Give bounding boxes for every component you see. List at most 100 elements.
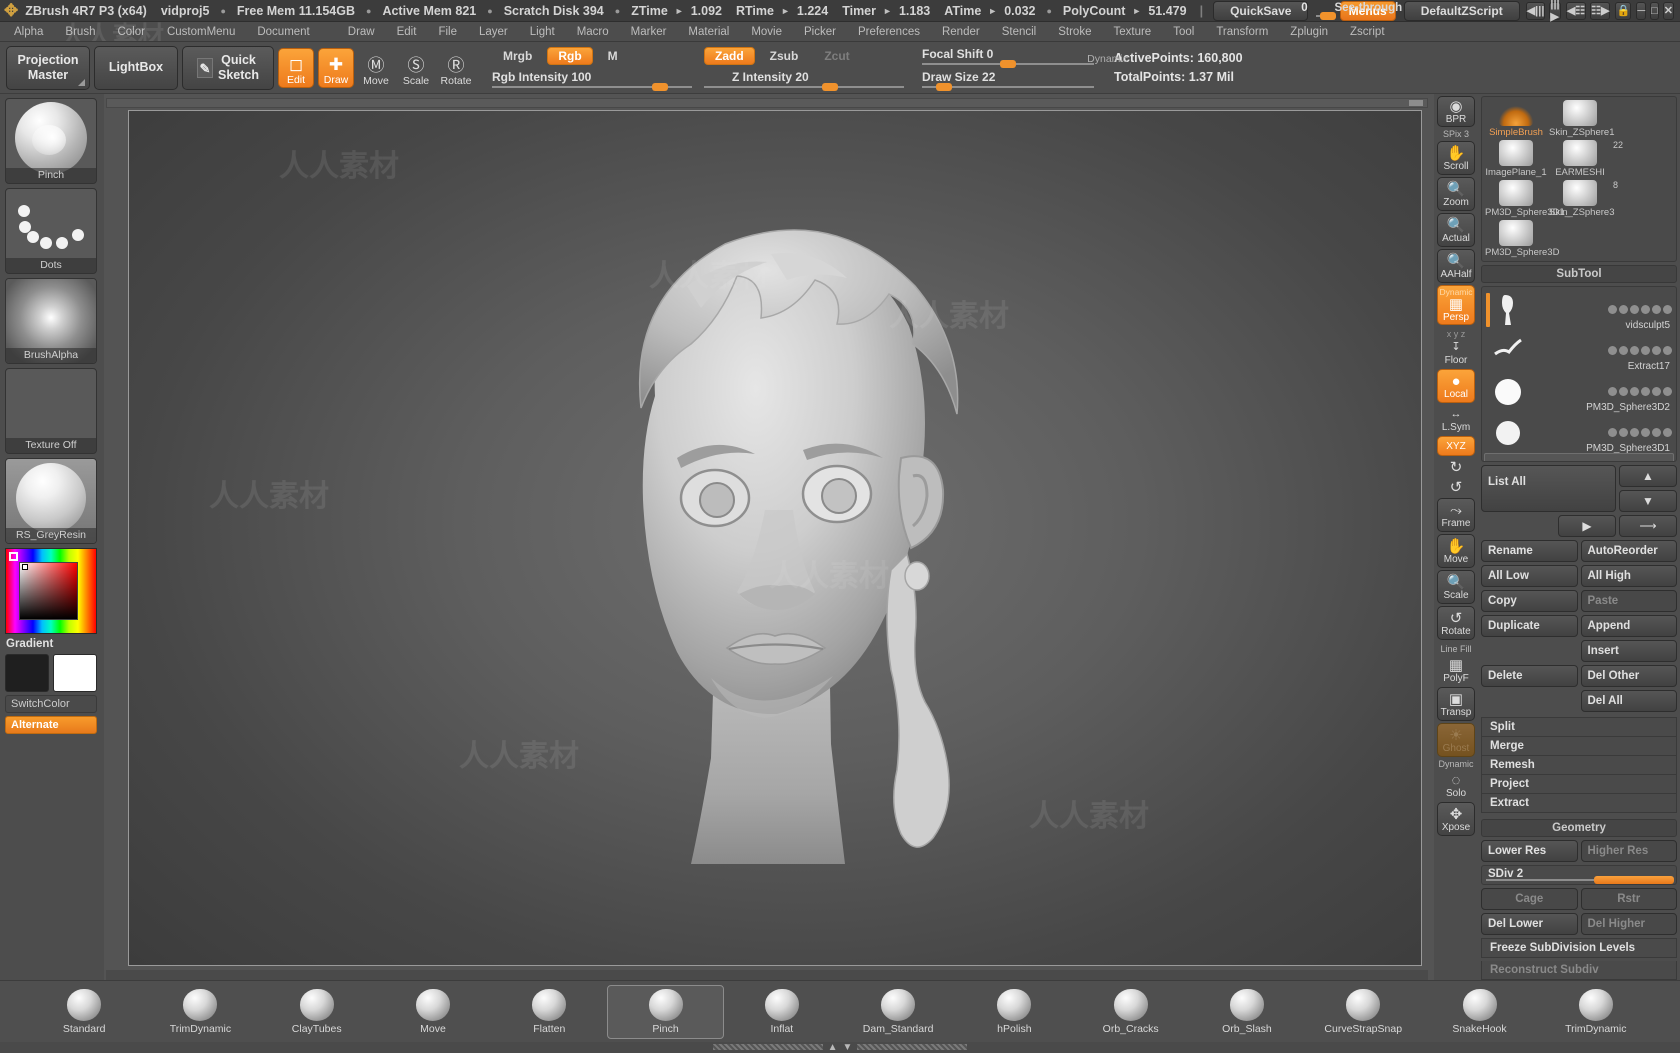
brush-curvestrapsnap[interactable]: CurveStrapSnap xyxy=(1305,985,1421,1039)
scroll-left-texture[interactable] xyxy=(712,1044,823,1050)
scroll-right-texture[interactable] xyxy=(857,1044,968,1050)
brush-flatten[interactable]: Flatten xyxy=(491,985,607,1039)
floor-button[interactable]: x y z ↧ Floor xyxy=(1437,327,1475,367)
brush-pinch-selected[interactable]: Pinch xyxy=(607,984,724,1039)
actual-button[interactable]: 🔍 Actual xyxy=(1437,213,1475,247)
xyz-button[interactable]: XYZ xyxy=(1437,436,1475,456)
bpr-button[interactable]: ◉ BPR xyxy=(1437,96,1475,127)
ghost-button[interactable]: ☀ Ghost xyxy=(1437,723,1475,757)
current-alpha-swatch[interactable]: BrushAlpha xyxy=(5,278,97,364)
menu-item-render[interactable]: Render xyxy=(932,24,990,40)
menu-item-preferences[interactable]: Preferences xyxy=(848,24,930,40)
menu-item-custommenu[interactable]: CustomMenu xyxy=(157,24,245,40)
frame-button[interactable]: ⤳ Frame xyxy=(1437,498,1475,532)
brush-orb-slash[interactable]: Orb_Slash xyxy=(1189,985,1305,1039)
mrgb-button[interactable]: Mrgb xyxy=(492,47,543,65)
minimize-icon[interactable]: ─ xyxy=(1636,1,1647,20)
brush-move[interactable]: Move xyxy=(375,985,491,1039)
menu-item-macro[interactable]: Macro xyxy=(567,24,619,40)
rotate-z-icon-button[interactable]: ↺ xyxy=(1437,478,1475,496)
merge-button[interactable]: Merge xyxy=(1481,737,1677,756)
project-button[interactable]: Project xyxy=(1481,775,1677,794)
zadd-button[interactable]: Zadd xyxy=(704,47,755,65)
subtool-row[interactable]: PM3D_Sphere3D2 xyxy=(1484,371,1674,413)
current-stroke-swatch[interactable]: Dots xyxy=(5,188,97,274)
append-button[interactable]: Append xyxy=(1580,615,1677,637)
zoom-button[interactable]: 🔍 Zoom xyxy=(1437,177,1475,211)
slider-knob[interactable] xyxy=(822,83,838,91)
menu-item-light[interactable]: Light xyxy=(520,24,565,40)
del-higher-button[interactable]: Del Higher xyxy=(1580,913,1677,935)
move-gizmo-button[interactable]: ✋ Move xyxy=(1437,534,1475,568)
edit-mode-button[interactable]: ◻ Edit xyxy=(278,47,314,88)
copy-button[interactable]: Copy xyxy=(1481,590,1578,612)
rotate-mode-button[interactable]: Ⓡ Rotate xyxy=(438,48,474,88)
next-zscript-icon[interactable]: |||▶ xyxy=(1549,0,1561,23)
list-all-button[interactable]: List All xyxy=(1481,465,1616,512)
xpose-button[interactable]: ✥ Xpose xyxy=(1437,802,1475,836)
viewport-canvas[interactable]: 人人素材 人人素材 人人素材 人人素材 人人素材 人人素材 人人素材 xyxy=(128,110,1422,966)
menu-item-marker[interactable]: Marker xyxy=(621,24,677,40)
rotate-y-icon-button[interactable]: ↻ xyxy=(1437,458,1475,476)
z-intensity-slider[interactable]: Z Intensity 20 xyxy=(704,69,904,91)
tool-thumb-pm3d-sphere3d[interactable]: PM3D_Sphere3D xyxy=(1485,220,1559,258)
m-button[interactable]: M xyxy=(597,47,629,65)
move-mode-button[interactable]: Ⓜ Move xyxy=(358,48,394,88)
quick-sketch-button[interactable]: ✎ Quick Sketch xyxy=(182,45,274,90)
transparency-button[interactable]: ▣ Transp xyxy=(1437,687,1475,721)
lower-res-button[interactable]: Lower Res xyxy=(1481,840,1578,862)
lightbox-button[interactable]: LightBox xyxy=(94,45,178,90)
menu-item-texture[interactable]: Texture xyxy=(1103,24,1161,40)
menu-item-transform[interactable]: Transform xyxy=(1206,24,1278,40)
dual-color-swatches[interactable] xyxy=(5,654,99,692)
brush-trimdynamic-2[interactable]: TrimDynamic xyxy=(1538,985,1654,1039)
all-high-button[interactable]: All High xyxy=(1580,565,1677,587)
focal-shift-slider[interactable]: Focal Shift 0 xyxy=(922,46,1094,68)
next-layout-icon[interactable]: ☷▶ xyxy=(1590,1,1611,20)
subtool-panel-title[interactable]: SubTool xyxy=(1481,265,1677,283)
zsub-button[interactable]: Zsub xyxy=(759,47,810,65)
draw-size-slider[interactable]: Draw Size 22 Dynamic xyxy=(922,53,1128,91)
rotate-gizmo-button[interactable]: ↺ Rotate xyxy=(1437,606,1475,640)
tool-thumb-simplebrush[interactable]: SimpleBrush xyxy=(1485,100,1547,138)
scroll-button[interactable]: ✋ Scroll xyxy=(1437,141,1475,175)
menu-item-material[interactable]: Material xyxy=(678,24,739,40)
slider-knob[interactable] xyxy=(652,83,668,91)
del-other-button[interactable]: Del Other xyxy=(1580,665,1677,687)
brush-trimdynamic[interactable]: TrimDynamic xyxy=(142,985,258,1039)
color-picker[interactable] xyxy=(5,548,97,634)
aahalf-button[interactable]: 🔍 AAHalf xyxy=(1437,249,1475,283)
sculpted-head-model[interactable] xyxy=(515,158,1035,918)
menu-item-draw[interactable]: Draw xyxy=(338,24,385,40)
menu-item-layer[interactable]: Layer xyxy=(469,24,518,40)
prev-zscript-icon[interactable]: ◀||| xyxy=(1525,1,1546,20)
subtool-row[interactable]: Extract17 xyxy=(1484,330,1674,372)
primary-color-swatch[interactable] xyxy=(5,654,49,692)
tool-thumb-imageplane[interactable]: ImagePlane_1 xyxy=(1485,140,1547,178)
menu-item-brush[interactable]: Brush xyxy=(55,24,105,40)
scroll-up-icon[interactable]: ▲ xyxy=(828,1042,838,1053)
current-texture-swatch[interactable]: Texture Off xyxy=(5,368,97,454)
brush-inflat[interactable]: Inflat xyxy=(724,985,840,1039)
scale-mode-button[interactable]: Ⓢ Scale xyxy=(398,48,434,88)
insert-button[interactable]: Insert xyxy=(1580,640,1677,662)
subtool-visibility-toggles[interactable] xyxy=(1608,305,1672,314)
delete-button[interactable]: Delete xyxy=(1481,665,1578,687)
brush-dam-standard[interactable]: Dam_Standard xyxy=(840,985,956,1039)
menu-item-zscript[interactable]: Zscript xyxy=(1340,24,1395,40)
menu-item-edit[interactable]: Edit xyxy=(387,24,427,40)
slider-knob[interactable] xyxy=(1000,60,1016,68)
maximize-icon[interactable]: □ xyxy=(1650,1,1659,20)
tool-thumb-skin-zsphere1[interactable]: Skin_ZSphere1 xyxy=(1549,100,1614,138)
move-right-button[interactable]: ⟶ xyxy=(1619,515,1677,537)
switch-color-button[interactable]: SwitchColor xyxy=(5,695,97,713)
rstr-button[interactable]: Rstr xyxy=(1580,888,1677,910)
all-low-button[interactable]: All Low xyxy=(1481,565,1578,587)
default-zscript-button[interactable]: DefaultZScript xyxy=(1403,0,1520,21)
prev-layout-icon[interactable]: ◀☷ xyxy=(1565,1,1587,20)
local-button[interactable]: ● Local xyxy=(1437,369,1475,403)
local-symmetry-button[interactable]: ↔ L.Sym xyxy=(1437,405,1475,434)
remesh-button[interactable]: Remesh xyxy=(1481,756,1677,775)
menu-item-stencil[interactable]: Stencil xyxy=(992,24,1047,40)
subtool-visibility-toggles[interactable] xyxy=(1608,428,1672,437)
